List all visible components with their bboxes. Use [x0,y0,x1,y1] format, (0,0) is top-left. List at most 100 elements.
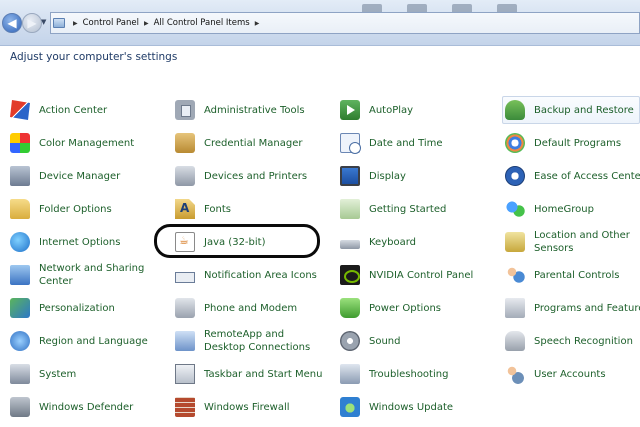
control-panel-folder-icon [53,18,65,28]
forward-button[interactable]: ▶ [22,13,42,33]
item-default-programs[interactable]: Default Programs [505,130,621,156]
item-label: Java (32-bit) [204,236,266,248]
item-color-management[interactable]: Color Management [10,130,134,156]
item-label: RemoteApp and Desktop Connections [204,329,311,353]
item-label: Windows Firewall [204,401,290,413]
display-icon [340,166,360,186]
item-label: Notification Area Icons [204,269,317,281]
windows-update-icon [340,397,360,417]
speech-icon [505,331,525,351]
item-taskbar-start-menu[interactable]: Taskbar and Start Menu [175,361,322,387]
item-label: User Accounts [534,368,606,380]
item-remoteapp[interactable]: RemoteApp and Desktop Connections [175,328,328,354]
item-keyboard[interactable]: Keyboard [340,229,416,255]
item-sound[interactable]: Sound [340,328,401,354]
item-label: Network and Sharing Center [39,263,145,287]
item-notification-area-icons[interactable]: Notification Area Icons [175,262,317,288]
backup-icon [505,100,525,120]
item-device-manager[interactable]: Device Manager [10,163,120,189]
item-devices-printers[interactable]: Devices and Printers [175,163,307,189]
back-button[interactable]: ◀ [2,13,22,33]
network-icon [10,265,30,285]
item-date-time[interactable]: Date and Time [340,130,443,156]
item-label: Backup and Restore [534,104,634,116]
chevron-right-icon[interactable]: ▶ [144,20,149,27]
getting-started-icon [340,199,360,219]
item-location-sensors[interactable]: Location and Other Sensors [505,229,638,255]
firewall-icon [175,397,195,417]
recent-pages-dropdown[interactable]: ▼ [41,18,46,26]
breadcrumb-control-panel[interactable]: Control Panel [83,18,139,28]
item-user-accounts[interactable]: User Accounts [505,361,606,387]
item-fonts[interactable]: Fonts [175,196,231,222]
item-label: Action Center [39,104,108,116]
breadcrumb-all-items[interactable]: All Control Panel Items [154,18,250,28]
default-programs-icon [505,133,525,153]
item-label: Parental Controls [534,269,620,281]
item-network-sharing[interactable]: Network and Sharing Center [10,262,151,288]
item-ease-of-access[interactable]: Ease of Access Center [505,163,640,189]
system-icon [10,364,30,384]
item-action-center[interactable]: Action Center [10,97,107,123]
item-homegroup[interactable]: HomeGroup [505,196,594,222]
admin-tools-icon [175,100,195,120]
nvidia-icon [340,265,360,285]
item-folder-options[interactable]: Folder Options [10,196,112,222]
device-manager-icon [10,166,30,186]
item-backup-restore[interactable]: Backup and Restore [505,97,634,123]
item-region-language[interactable]: Region and Language [10,328,148,354]
item-label: Date and Time [369,137,443,149]
item-personalization[interactable]: Personalization [10,295,115,321]
java-icon [175,232,195,252]
item-java[interactable]: Java (32-bit) [175,229,265,255]
item-label: System [39,368,77,380]
item-system[interactable]: System [10,361,76,387]
chevron-right-icon[interactable]: ▶ [73,20,78,27]
item-windows-defender[interactable]: Windows Defender [10,394,133,420]
troubleshooting-icon [340,364,360,384]
page-heading: Adjust your computer's settings [10,51,178,63]
item-internet-options[interactable]: Internet Options [10,229,120,255]
region-icon [10,331,30,351]
item-label: Speech Recognition [534,335,633,347]
power-options-icon [340,298,360,318]
item-label: Device Manager [39,170,121,182]
item-windows-update[interactable]: Windows Update [340,394,453,420]
item-parental-controls[interactable]: Parental Controls [505,262,619,288]
programs-features-icon [505,298,525,318]
item-phone-modem[interactable]: Phone and Modem [175,295,297,321]
item-label: Personalization [39,302,115,314]
item-troubleshooting[interactable]: Troubleshooting [340,361,448,387]
item-label: Phone and Modem [204,302,298,314]
item-programs-features[interactable]: Programs and Features [505,295,640,321]
location-icon [505,232,525,252]
item-label: Taskbar and Start Menu [204,368,323,380]
item-label: NVIDIA Control Panel [369,269,474,281]
item-label: Windows Update [369,401,454,413]
user-accounts-icon [505,364,525,384]
notification-area-icon [175,271,195,283]
phone-modem-icon [175,298,195,318]
item-display[interactable]: Display [340,163,406,189]
item-label: Ease of Access Center [534,170,640,182]
item-nvidia-control-panel[interactable]: NVIDIA Control Panel [340,262,473,288]
item-credential-manager[interactable]: Credential Manager [175,130,302,156]
item-getting-started[interactable]: Getting Started [340,196,446,222]
keyboard-icon [340,240,360,249]
item-administrative-tools[interactable]: Administrative Tools [175,97,305,123]
folder-options-icon [10,199,30,219]
item-label: HomeGroup [534,203,594,215]
item-label: Keyboard [369,236,417,248]
item-speech-recognition[interactable]: Speech Recognition [505,328,633,354]
item-label: Color Management [39,137,135,149]
printer-icon [175,166,195,186]
item-label: Folder Options [39,203,112,215]
item-autoplay[interactable]: AutoPlay [340,97,413,123]
item-windows-firewall[interactable]: Windows Firewall [175,394,290,420]
chevron-right-icon[interactable]: ▶ [255,20,260,27]
item-label: Programs and Features [534,302,640,314]
item-power-options[interactable]: Power Options [340,295,441,321]
item-label: Getting Started [369,203,447,215]
address-field[interactable]: ▶ Control Panel ▶ All Control Panel Item… [50,12,640,34]
item-label: Sound [369,335,401,347]
